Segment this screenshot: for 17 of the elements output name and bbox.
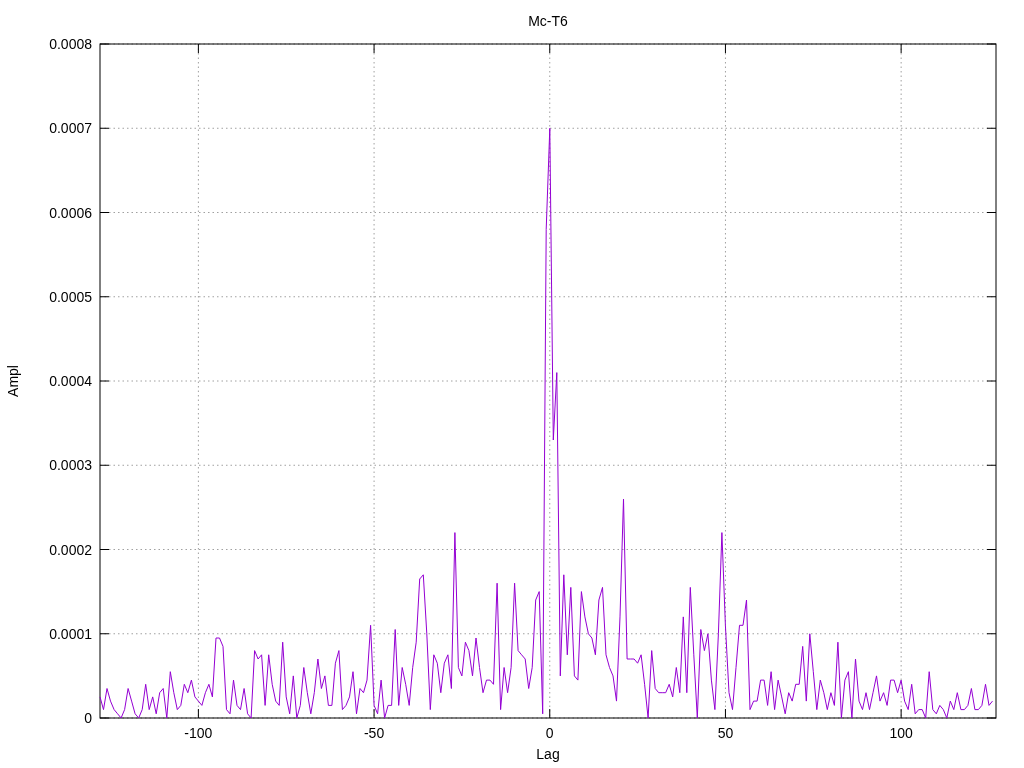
x-tick-label: 0 [545, 725, 554, 741]
y-tick-label: 0.0004 [49, 373, 92, 389]
y-tick-label: 0 [84, 710, 92, 726]
x-tick-label: -50 [363, 725, 385, 741]
y-tick-label: 0.0003 [49, 457, 92, 474]
x-tick-label: 50 [717, 725, 734, 741]
x-tick-label: -100 [184, 725, 213, 741]
y-tick-label: 0.0001 [49, 625, 92, 642]
y-tick-label: 0.0005 [49, 288, 92, 305]
x-tick-label: 100 [889, 725, 913, 741]
y-tick-label: 0.0007 [49, 120, 92, 137]
y-axis-label: Ampl [5, 365, 21, 397]
y-tick-label: 0.0002 [49, 541, 92, 558]
chart-title: Mc-T6 [528, 13, 568, 29]
y-tick-label: 0.0006 [49, 204, 92, 221]
y-tick-label: 0.0008 [49, 36, 92, 52]
x-axis-label: Lag [536, 746, 560, 762]
